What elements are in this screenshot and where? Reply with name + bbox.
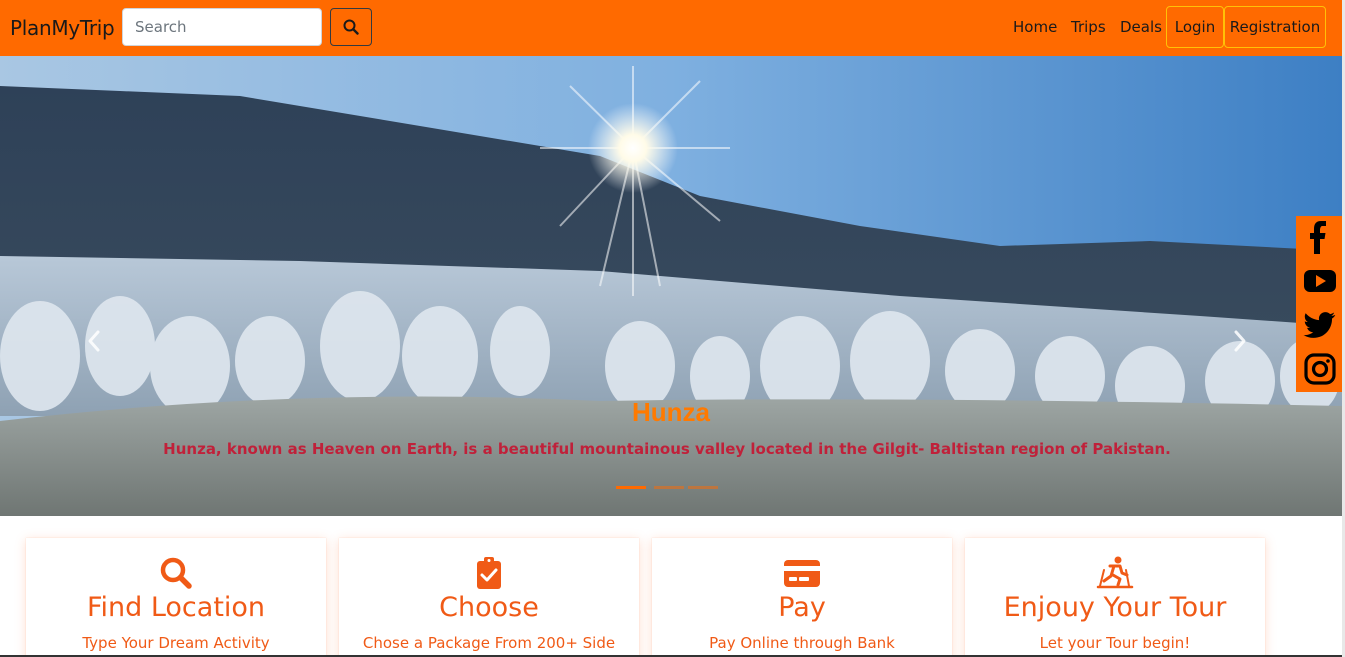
search-button[interactable] xyxy=(330,8,372,46)
feature-text: Pay Online through Bank xyxy=(709,634,895,652)
hero-caption-text: Hunza, known as Heaven on Earth, is a be… xyxy=(163,440,1171,458)
clipboard-check-icon xyxy=(477,557,501,589)
search-icon xyxy=(160,557,192,589)
feature-card-pay: Pay Pay Online through Bank xyxy=(652,538,952,657)
feature-card-find-location: Find Location Type Your Dream Activity xyxy=(26,538,326,657)
feature-title: Find Location xyxy=(86,592,266,623)
feature-title: Choose xyxy=(439,592,539,623)
carousel-prev-icon[interactable] xyxy=(84,326,104,356)
feature-text: Chose a Package From 200+ Side xyxy=(362,634,616,652)
carousel-next-icon[interactable] xyxy=(1230,326,1250,356)
brand-logo[interactable]: PlanMyTrip xyxy=(10,16,115,40)
nav-trips-link[interactable]: Trips xyxy=(1071,18,1106,36)
carousel-indicator-1[interactable] xyxy=(616,486,646,489)
login-button[interactable]: Login xyxy=(1166,6,1224,48)
top-navbar: PlanMyTrip Home Trips Deals Login Regist… xyxy=(0,0,1345,56)
credit-card-icon xyxy=(784,560,820,587)
social-sidebar xyxy=(1296,216,1345,392)
skiing-icon xyxy=(1096,556,1134,589)
search-icon xyxy=(343,19,359,35)
feature-card-enjoy-tour: Enjouy Your Tour Let your Tour begin! xyxy=(965,538,1265,657)
search-input[interactable] xyxy=(122,8,322,46)
feature-title: Pay xyxy=(778,592,826,623)
feature-card-choose: Choose Chose a Package From 200+ Side xyxy=(339,538,639,657)
feature-title: Enjouy Your Tour xyxy=(1003,592,1227,623)
registration-button[interactable]: Registration xyxy=(1224,6,1326,48)
nav-deals-link[interactable]: Deals xyxy=(1120,18,1162,36)
feature-text: Let your Tour begin! xyxy=(1039,634,1191,652)
instagram-icon[interactable] xyxy=(1303,352,1337,386)
carousel-indicator-3[interactable] xyxy=(688,486,718,489)
youtube-icon[interactable] xyxy=(1303,264,1337,298)
feature-text: Type Your Dream Activity xyxy=(82,634,270,652)
facebook-icon[interactable] xyxy=(1303,220,1337,254)
hero-caption-title: Hunza xyxy=(632,397,710,427)
twitter-icon[interactable] xyxy=(1303,308,1337,342)
nav-home-link[interactable]: Home xyxy=(1013,18,1057,36)
carousel-indicator-2[interactable] xyxy=(654,486,684,489)
